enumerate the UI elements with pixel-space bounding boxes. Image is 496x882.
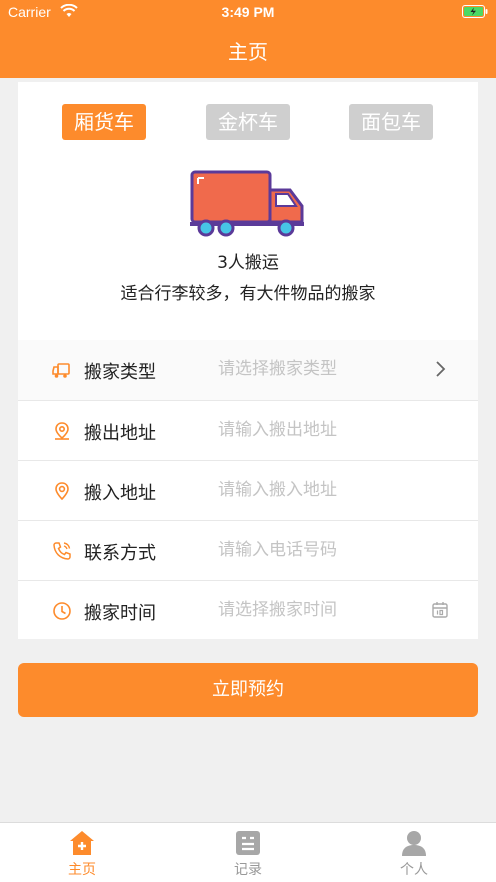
person-icon [402,831,426,856]
calendar-icon[interactable] [430,600,450,620]
box-truck-illustration [190,170,304,237]
booking-card: 厢货车 金杯车 面包车 3人搬运 适合行李较多，有大件物品的搬家 搬家类型 请选… [18,82,478,639]
bottom-tab-bar: 主页 记录 个人 [0,822,496,882]
vehicle-persons: 3人搬运 [217,253,279,273]
location-pin-icon [55,422,69,440]
vehicle-tabs: 厢货车 金杯车 面包车 [18,104,478,142]
tab-home[interactable]: 主页 [22,827,142,879]
page-title: 主页 [228,40,268,64]
to-address-input[interactable] [218,477,428,503]
battery-icon [462,5,488,18]
tab-profile[interactable]: 个人 [354,827,474,879]
to-address-label: 搬入地址 [84,483,156,504]
booking-form: 搬家类型 搬出地址 搬入地址 [18,340,478,640]
move-time-label: 搬家时间 [84,603,156,624]
move-time-row[interactable]: 搬家时间 [18,580,478,640]
move-time-select[interactable] [218,597,428,623]
vehicle-description: 适合行李较多，有大件物品的搬家 [120,284,376,304]
tab-records[interactable]: 记录 [188,827,308,879]
vehicle-tab-box-truck[interactable]: 厢货车 [62,104,146,140]
chevron-right-icon [436,361,446,377]
status-time: 3:49 PM [221,4,275,20]
truck-icon [52,363,70,378]
list-icon [236,831,260,855]
vehicle-tab-minivan[interactable]: 面包车 [349,104,433,140]
home-icon [70,831,94,855]
vehicle-tab-jinbei-van[interactable]: 金杯车 [206,104,290,140]
from-address-input[interactable] [218,417,428,443]
tab-profile-label: 个人 [400,862,428,878]
book-now-button[interactable]: 立即预约 [18,663,478,717]
to-address-row[interactable]: 搬入地址 [18,460,478,520]
from-address-row[interactable]: 搬出地址 [18,400,478,460]
move-type-select[interactable] [218,356,428,382]
from-address-label: 搬出地址 [84,423,156,444]
move-type-row[interactable]: 搬家类型 [18,340,478,400]
status-bar: Carrier 3:49 PM [0,0,496,26]
location-pin-icon [55,482,69,501]
move-type-label: 搬家类型 [84,362,156,383]
contact-row[interactable]: 联系方式 [18,520,478,580]
phone-input[interactable] [218,537,428,563]
app-header: Carrier 3:49 PM 主页 [0,0,496,78]
tab-records-label: 记录 [234,862,262,878]
contact-label: 联系方式 [84,543,156,564]
phone-icon [53,542,71,560]
clock-icon [53,602,71,620]
tab-home-label: 主页 [68,862,96,878]
